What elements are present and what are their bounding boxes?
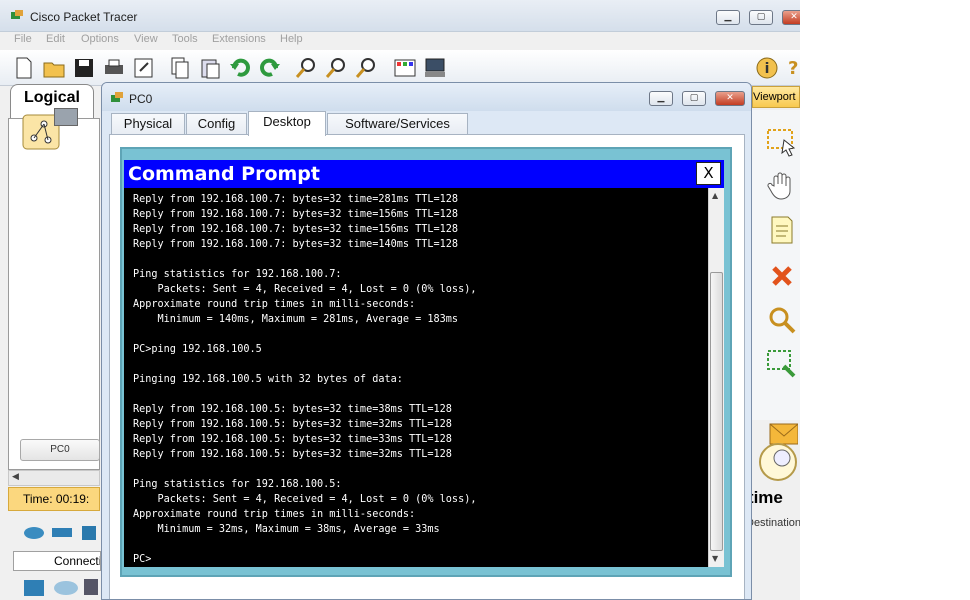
menu-tools[interactable]: Tools: [172, 33, 198, 45]
inspect-icon[interactable]: [766, 304, 798, 336]
terminal-line: Reply from 192.168.100.7: bytes=32 time=…: [133, 224, 459, 235]
terminal-output: Reply from 192.168.100.7: bytes=32 time=…: [133, 192, 476, 567]
connections-label: Connections: [13, 551, 101, 571]
pc0-window: PC0 ▁ ▢ ✕ Physical Config Desktop Softwa…: [101, 82, 752, 600]
terminal-line: Approximate round trip times in milli-se…: [133, 509, 416, 520]
paste-icon[interactable]: [198, 56, 222, 80]
pc0-titlebar[interactable]: PC0 ▁ ▢ ✕: [102, 83, 751, 111]
menu-file[interactable]: File: [14, 33, 32, 45]
simulation-timer-icon[interactable]: [756, 440, 800, 484]
command-prompt-close-button[interactable]: X: [696, 162, 721, 185]
command-prompt-title: Command Prompt: [128, 163, 320, 185]
scroll-up-arrow-icon[interactable]: ▲: [712, 191, 718, 200]
zoom-out-icon[interactable]: [354, 56, 378, 80]
terminal-line: Ping statistics for 192.168.100.7:: [133, 269, 342, 280]
menu-extensions[interactable]: Extensions: [212, 33, 266, 45]
time-display: Time: 00:19:: [8, 487, 100, 511]
palette-icon[interactable]: [393, 56, 417, 80]
tab-software-services[interactable]: Software/Services: [327, 113, 468, 135]
horizontal-scrollbar[interactable]: ◀: [8, 470, 100, 486]
terminal-line: PC>: [133, 554, 152, 565]
end-device-icons[interactable]: [22, 576, 102, 598]
new-file-icon[interactable]: [12, 56, 36, 80]
terminal-line: Reply from 192.168.100.7: bytes=32 time=…: [133, 239, 459, 250]
pc0-device-label[interactable]: PC0: [20, 439, 100, 461]
device-thumbnail: [54, 108, 78, 126]
tab-desktop[interactable]: Desktop: [248, 111, 326, 136]
pc0-tab-bar: Physical Config Desktop Software/Service…: [109, 111, 745, 136]
destination-label: Destination: [752, 517, 800, 529]
terminal-line: Ping statistics for 192.168.100.5:: [133, 479, 342, 490]
menu-edit[interactable]: Edit: [46, 33, 65, 45]
delete-icon[interactable]: [766, 260, 798, 292]
undo-icon[interactable]: [228, 56, 252, 80]
svg-text:i: i: [765, 61, 770, 77]
maximize-button[interactable]: ▢: [749, 10, 773, 25]
terminal-line: Packets: Sent = 4, Received = 4, Lost = …: [133, 494, 477, 505]
save-icon[interactable]: [72, 56, 96, 80]
terminal-line: Packets: Sent = 4, Received = 4, Lost = …: [133, 284, 477, 295]
menu-options[interactable]: Options: [81, 33, 119, 45]
toolbar: i ?: [0, 50, 800, 86]
main-titlebar: Cisco Packet Tracer ▁ ▢ ✕: [0, 0, 800, 32]
pc0-maximize-button[interactable]: ▢: [682, 91, 706, 106]
terminal-line: Minimum = 140ms, Maximum = 281ms, Averag…: [133, 314, 459, 325]
realtime-text: Realtime: [752, 488, 783, 507]
terminal-line: Reply from 192.168.100.5: bytes=32 time=…: [133, 434, 452, 445]
pc0-title: PC0: [129, 92, 153, 106]
command-prompt-header: Command Prompt X: [124, 160, 724, 188]
terminal-line: Reply from 192.168.100.5: bytes=32 time=…: [133, 404, 452, 415]
scroll-left-arrow-icon[interactable]: ◀: [12, 472, 19, 482]
viewport-button[interactable]: Viewport: [752, 86, 800, 108]
terminal-scrollbar[interactable]: ▲ ▼: [708, 188, 724, 567]
packet-tracer-app-icon: [11, 10, 23, 19]
pc0-close-button[interactable]: ✕: [715, 91, 745, 106]
minimize-button[interactable]: ▁: [716, 10, 740, 25]
close-button[interactable]: ✕: [782, 10, 800, 25]
tab-config[interactable]: Config: [186, 113, 247, 135]
terminal-scroll-thumb[interactable]: [710, 272, 723, 551]
zoom-in-icon[interactable]: [294, 56, 318, 80]
tab-physical[interactable]: Physical: [111, 113, 185, 135]
menu-view[interactable]: View: [134, 33, 158, 45]
terminal-line: Minimum = 32ms, Maximum = 38ms, Average …: [133, 524, 440, 535]
pc-window-icon: [111, 92, 123, 102]
terminal-line: Reply from 192.168.100.7: bytes=32 time=…: [133, 209, 459, 220]
realtime-label: Realtime: [752, 488, 800, 508]
select-icon[interactable]: [766, 126, 798, 158]
device-category-icons[interactable]: [22, 523, 102, 543]
scroll-down-arrow-icon[interactable]: ▼: [712, 554, 718, 563]
open-folder-icon[interactable]: [42, 56, 66, 80]
move-hand-icon[interactable]: [766, 170, 798, 202]
app-title: Cisco Packet Tracer: [30, 10, 138, 24]
terminal-line: Approximate round trip times in milli-se…: [133, 299, 416, 310]
help-icon[interactable]: ?: [788, 58, 798, 79]
activity-wizard-icon[interactable]: [132, 56, 156, 80]
info-icon[interactable]: i: [755, 56, 779, 80]
command-prompt-terminal[interactable]: Reply from 192.168.100.7: bytes=32 time=…: [124, 188, 708, 567]
redo-icon[interactable]: [258, 56, 282, 80]
terminal-line: Reply from 192.168.100.7: bytes=32 time=…: [133, 194, 459, 205]
destination-text: Destination: [752, 517, 800, 529]
terminal-line: Pinging 192.168.100.5 with 32 bytes of d…: [133, 374, 403, 385]
zoom-reset-icon[interactable]: [324, 56, 348, 80]
copy-icon[interactable]: [168, 56, 192, 80]
menu-bar: File Edit Options View Tools Extensions …: [0, 32, 800, 48]
resize-icon[interactable]: [766, 348, 798, 380]
menu-help[interactable]: Help: [280, 33, 303, 45]
print-icon[interactable]: [102, 56, 126, 80]
pc0-minimize-button[interactable]: ▁: [649, 91, 673, 106]
terminal-line: Reply from 192.168.100.5: bytes=32 time=…: [133, 419, 452, 430]
custom-device-icon[interactable]: [423, 56, 447, 80]
note-icon[interactable]: [766, 214, 798, 246]
logical-workspace[interactable]: [8, 118, 100, 470]
terminal-line: PC>ping 192.168.100.5: [133, 344, 262, 355]
terminal-line: Reply from 192.168.100.5: bytes=32 time=…: [133, 449, 452, 460]
